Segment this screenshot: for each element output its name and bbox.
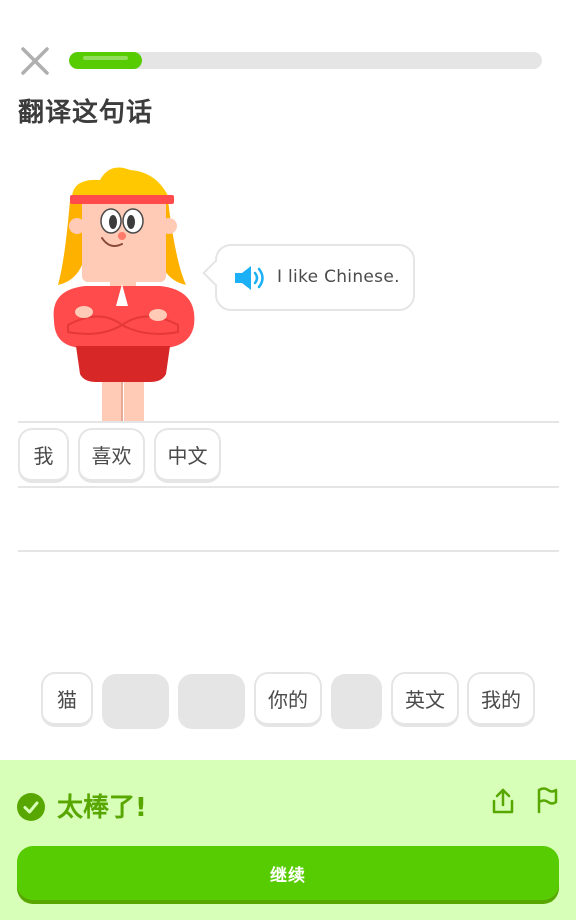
answer-line-2 [18,486,559,488]
word-bank-tile[interactable]: 我的 [467,672,535,727]
word-bank-tile[interactable]: 英文 [391,672,459,727]
speaker-icon[interactable] [233,264,267,292]
close-icon[interactable] [18,44,52,78]
character-illustration [53,167,195,422]
word-bank-used-slot [331,674,382,729]
word-bank-tile[interactable]: 你的 [254,672,322,727]
lesson-progress-bar [69,52,542,69]
continue-button[interactable]: 继续 [17,846,559,900]
answer-line-1 [18,421,559,423]
answer-line-3 [18,550,559,552]
check-circle-icon [17,793,45,821]
word-bank-used-slot [178,674,245,729]
answer-word-tile[interactable]: 喜欢 [78,428,145,483]
answer-word-tile[interactable]: 我 [18,428,69,483]
answer-word-tile[interactable]: 中文 [154,428,221,483]
share-icon[interactable] [490,787,516,815]
page-title: 翻译这句话 [18,98,154,128]
sentence-to-translate[interactable]: I like Chinese. [277,267,400,287]
flag-icon[interactable] [533,786,559,814]
speech-bubble: I like Chinese. [202,244,415,311]
progress-shine [83,56,128,60]
feedback-message: 太棒了! [57,793,147,823]
progress-fill [69,52,142,69]
word-bank-tile[interactable]: 猫 [41,672,93,727]
word-bank-used-slot [102,674,169,729]
